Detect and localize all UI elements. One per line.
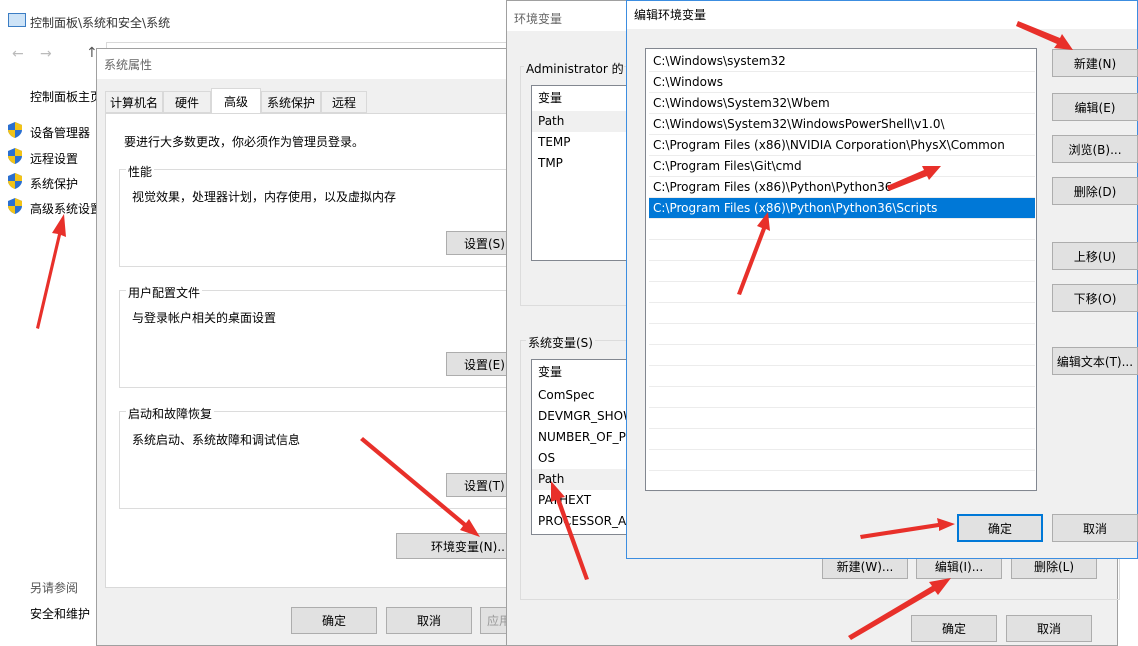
path-entry-empty[interactable] [649,303,1035,324]
user-vars-header: 变量 [538,91,563,105]
system-var-devmgr[interactable]: DEVMGR_SHOW_DETAILS [538,406,630,427]
performance-label: 性能 [126,163,155,180]
tab-system-protection[interactable]: 系统保护 [261,91,321,113]
system-properties-titlebar [97,49,515,79]
forward-arrow-icon[interactable]: → [40,46,52,62]
env-vars-ok-button[interactable]: 确定 [911,615,997,642]
security-maintenance-link[interactable]: 安全和维护 [30,605,90,622]
path-entry-empty[interactable] [649,240,1035,261]
system-protection-link[interactable]: 系统保护 [30,175,78,192]
path-entry-empty[interactable] [649,282,1035,303]
nav-home-link[interactable]: 控制面板主页 [30,88,102,105]
remote-settings-link[interactable]: 远程设置 [30,150,78,167]
path-entry[interactable]: C:\Program Files (x86)\NVIDIA Corporatio… [649,135,1035,156]
see-also-title: 另请参阅 [30,581,79,595]
environment-variables-button[interactable]: 环境变量(N)... [396,533,516,559]
path-entry[interactable]: C:\Windows\System32\Wbem [649,93,1035,114]
user-var-path[interactable]: Path [538,111,630,132]
env-vars-title: 环境变量 [514,12,563,26]
edit-env-title: 编辑环境变量 [634,8,707,22]
path-entry[interactable]: C:\Program Files (x86)\Python\Python36 [649,177,1035,198]
path-entry[interactable]: C:\Program Files\Git\cmd [649,156,1035,177]
startup-label: 启动和故障恢复 [126,405,215,422]
advanced-system-settings-link[interactable]: 高级系统设置 [30,200,96,217]
system-vars-list[interactable]: 变量 ComSpec DEVMGR_SHOW_DETAILS NUMBER_OF… [531,359,631,535]
shield-icon [8,148,22,164]
path-entry-empty[interactable] [649,387,1035,408]
device-manager-link[interactable]: 设备管理器 [30,124,90,141]
path-entry-empty[interactable] [649,345,1035,366]
tab-computer-name[interactable]: 计算机名 [105,91,163,113]
system-var-number-of-processors[interactable]: NUMBER_OF_PROCESSORS [538,427,630,448]
shield-icon [8,173,22,189]
profile-label: 用户配置文件 [126,284,203,301]
system-vars-label: 系统变量(S) [526,334,595,351]
edit-env-delete-button[interactable]: 删除(D) [1052,177,1138,205]
edit-env-new-button[interactable]: 新建(N) [1052,49,1138,77]
path-entry[interactable]: C:\Windows\System32\WindowsPowerShell\v1… [649,114,1035,135]
user-vars-list[interactable]: 变量 Path TEMP TMP [531,85,631,261]
user-var-temp[interactable]: TEMP [538,132,630,153]
system-var-comspec[interactable]: ComSpec [538,385,630,406]
path-entry-empty[interactable] [649,324,1035,345]
edit-env-ok-button[interactable]: 确定 [957,514,1043,542]
env-vars-cancel-button[interactable]: 取消 [1006,615,1092,642]
performance-desc: 视觉效果，处理器计划，内存使用，以及虚拟内存 [132,190,397,204]
startup-desc: 系统启动、系统故障和调试信息 [132,433,301,447]
tab-remote[interactable]: 远程 [321,91,367,113]
path-entry-empty[interactable] [649,408,1035,429]
system-var-os[interactable]: OS [538,448,630,469]
edit-env-edit-text-button[interactable]: 编辑文本(T)... [1052,347,1138,375]
system-var-processor-arch[interactable]: PROCESSOR_ARCHITECTURE [538,511,630,532]
shield-icon [8,198,22,214]
system-properties-ok-button[interactable]: 确定 [291,607,377,634]
control-panel-icon [8,13,26,27]
path-entry[interactable]: C:\Windows [649,72,1035,93]
user-vars-label: Administrator 的用户变量(U) [524,60,624,77]
tab-advanced[interactable]: 高级 [211,88,261,114]
profile-desc: 与登录帐户相关的桌面设置 [132,311,277,325]
path-entry-empty[interactable] [649,366,1035,387]
tab-hardware[interactable]: 硬件 [163,91,211,113]
system-var-path[interactable]: Path [538,469,630,490]
system-vars-header: 变量 [538,365,563,379]
path-entry-empty[interactable] [649,219,1035,240]
system-var-pathext[interactable]: PATHEXT [538,490,630,511]
path-entry-empty[interactable] [649,261,1035,282]
edit-env-browse-button[interactable]: 浏览(B)... [1052,135,1138,163]
edit-env-move-up-button[interactable]: 上移(U) [1052,242,1138,270]
system-properties-cancel-button[interactable]: 取消 [386,607,472,634]
system-properties-title: 系统属性 [104,58,153,72]
edit-env-move-down-button[interactable]: 下移(O) [1052,284,1138,312]
path-entry-empty[interactable] [649,471,1035,492]
path-entry[interactable]: C:\Windows\system32 [649,51,1035,72]
path-entry-empty[interactable] [649,429,1035,450]
path-entry[interactable]: C:\Program Files (x86)\Python\Python36\S… [649,198,1035,219]
edit-env-cancel-button[interactable]: 取消 [1052,514,1138,542]
path-entry-empty[interactable] [649,450,1035,471]
back-arrow-icon[interactable]: ← [12,46,24,62]
admin-note: 要进行大多数更改，你必须作为管理员登录。 [124,135,365,149]
shield-icon [8,122,22,138]
edit-env-edit-button[interactable]: 编辑(E) [1052,93,1138,121]
user-var-tmp[interactable]: TMP [538,153,630,174]
control-panel-title: 控制面板\系统和安全\系统 [30,16,171,30]
